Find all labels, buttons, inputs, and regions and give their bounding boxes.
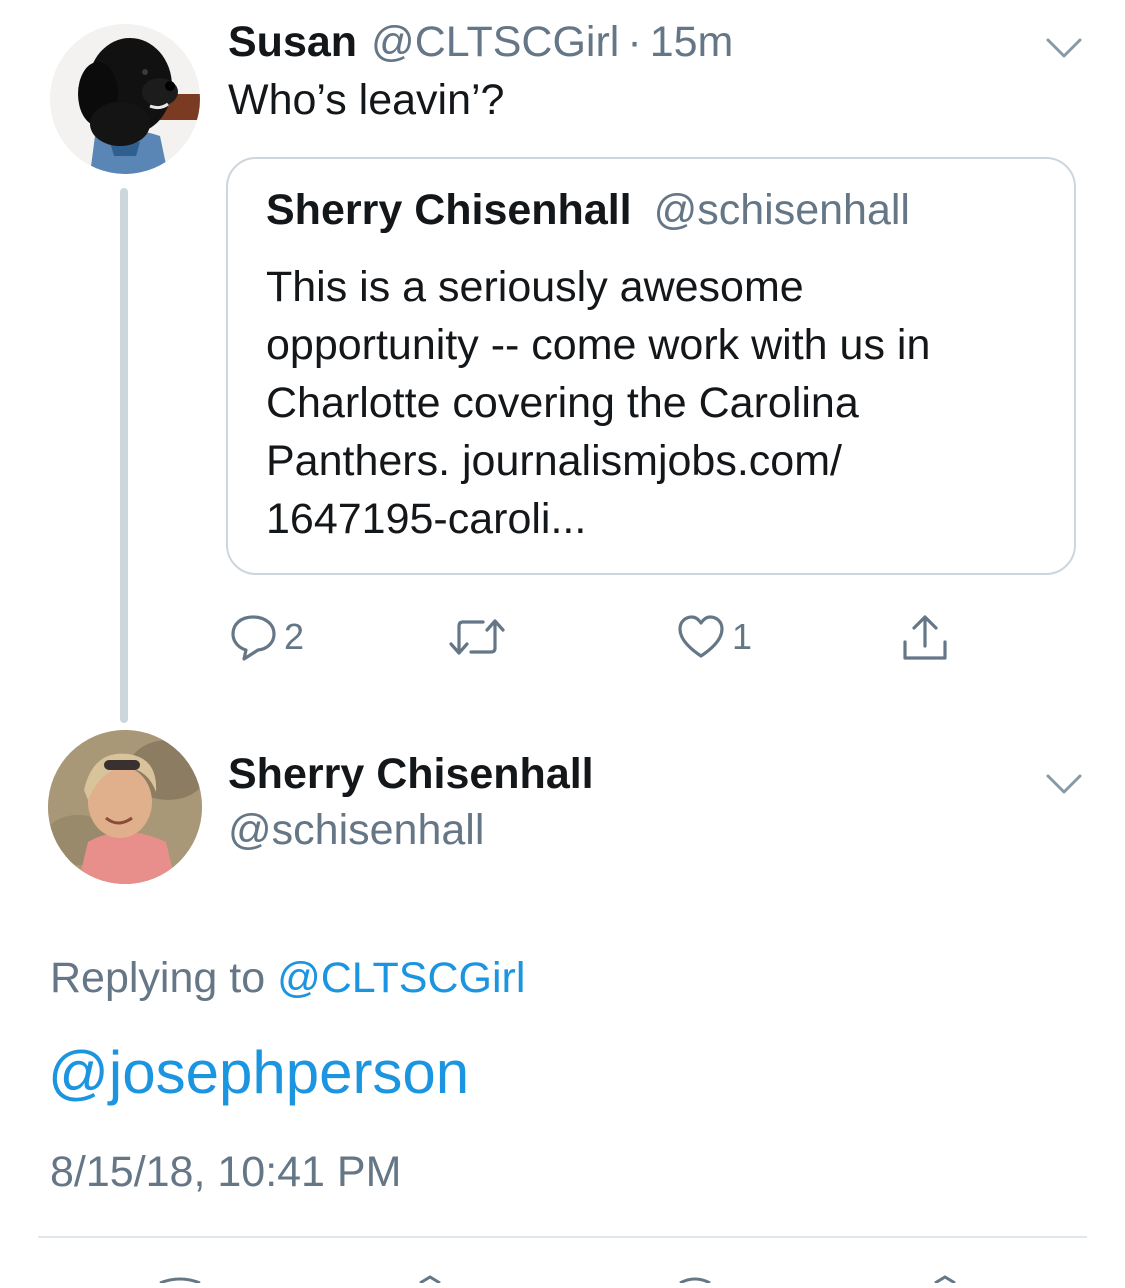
quoted-text-line: opportunity -- come work with us in — [266, 321, 931, 369]
chevron-down-icon[interactable] — [1042, 762, 1086, 806]
thread-connector-line — [120, 188, 128, 723]
reply-icon — [231, 615, 276, 661]
reply-count: 2 — [284, 616, 305, 657]
share-icon — [903, 615, 947, 660]
tweet-time[interactable]: 15m — [650, 18, 734, 67]
replying-to-link[interactable]: @CLTSCGirl — [277, 954, 525, 1002]
author-handle[interactable]: @CLTSCGirl — [371, 18, 619, 67]
heart-icon — [678, 615, 724, 658]
like-count: 1 — [732, 616, 753, 657]
focused-author-handle[interactable]: @schisenhall — [228, 806, 484, 855]
quoted-text-line: This is a seriously awesome — [266, 263, 804, 311]
tweet-text: Who’s leavin’? — [228, 76, 505, 124]
focused-author-name[interactable]: Sherry Chisenhall — [228, 750, 594, 799]
quoted-author-handle: @schisenhall — [653, 186, 910, 234]
quoted-text-line: Charlotte covering the Carolina — [266, 379, 859, 427]
quoted-author-name: Sherry Chisenhall — [266, 186, 632, 234]
action-bar-peek — [0, 1270, 1125, 1285]
retweet-icon — [449, 619, 505, 655]
chevron-down-icon[interactable] — [1042, 26, 1086, 70]
reply-button[interactable]: 2 — [228, 612, 304, 662]
replying-prefix: Replying to — [50, 954, 266, 1002]
mention-link[interactable]: @josephperson — [48, 1038, 469, 1107]
divider — [38, 1236, 1087, 1238]
tweet-header: Susan @CLTSCGirl · 15m — [228, 14, 733, 70]
woman-avatar-image — [48, 730, 202, 884]
avatar-sherry[interactable] — [48, 730, 202, 884]
quoted-tweet-header: Sherry Chisenhall @schisenhall — [266, 186, 910, 235]
separator-dot: · — [627, 17, 642, 66]
tweet-timestamp: 8/15/18, 10:41 PM — [50, 1148, 402, 1196]
avatar-susan[interactable] — [50, 24, 200, 174]
share-button[interactable] — [900, 612, 950, 664]
like-button[interactable]: 1 — [676, 612, 752, 662]
quoted-text-line: Panthers. journalismjobs.com/ — [266, 437, 842, 485]
retweet-button[interactable] — [447, 614, 513, 660]
quoted-text-line: 1647195-caroli... — [266, 495, 587, 543]
dog-avatar-image — [50, 24, 200, 174]
author-name[interactable]: Susan — [228, 18, 357, 67]
quoted-tweet-text: This is a seriously awesome opportunity … — [266, 258, 1056, 548]
replying-to: Replying to @CLTSCGirl — [50, 954, 525, 1003]
